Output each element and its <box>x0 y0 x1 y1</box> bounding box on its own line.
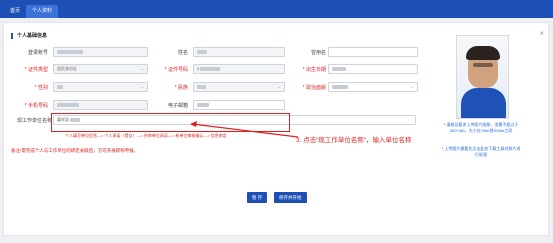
annotation-text: 3. 点击“现工作单位名称”，输入单位名称 <box>296 137 412 144</box>
binding-note: 备注:需完成个人与工作单位的绑定关联后，方可开展职称申报。 <box>11 148 139 153</box>
annotation-arrow <box>190 121 299 138</box>
